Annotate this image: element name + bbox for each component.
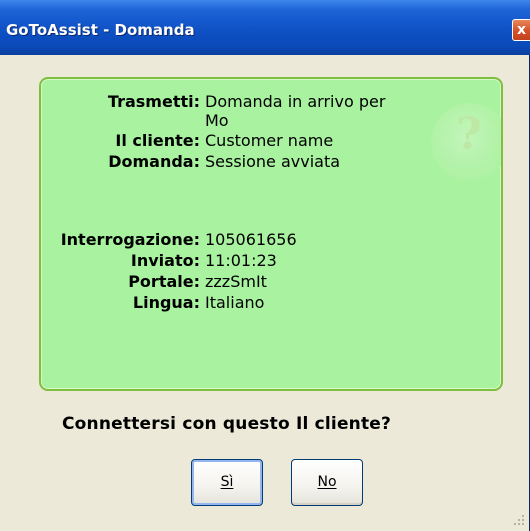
trasmetti-label: Trasmetti: — [107, 92, 200, 111]
cliente-value: Customer name — [205, 131, 334, 150]
cliente-label: Il cliente: — [115, 131, 200, 150]
portale-label: Portale: — [128, 272, 200, 291]
yes-button-label: Sì — [220, 474, 234, 490]
yes-button[interactable]: Sì — [191, 459, 263, 506]
lingua-label: Lingua: — [132, 293, 200, 312]
connect-question: Connettersi con questo Il cliente? — [62, 414, 392, 434]
domanda-label: Domanda: — [108, 152, 200, 171]
portale-value: zzzSmIt — [205, 272, 267, 291]
interrogazione-label: Interrogazione: — [60, 230, 200, 249]
dialog-window: GoToAssist - Domanda x ? Trasmetti: Doma… — [0, 0, 530, 531]
interrogazione-value: 105061656 — [205, 230, 297, 249]
close-icon: x — [517, 22, 527, 38]
trasmetti-value-line1: Domanda in arrivo per — [205, 92, 386, 111]
inviato-label: Inviato: — [130, 251, 200, 270]
resize-grip-icon[interactable] — [514, 515, 526, 527]
window-title: GoToAssist - Domanda — [6, 21, 195, 39]
session-info-panel: ? Trasmetti: Domanda in arrivo per Mo Il… — [39, 77, 503, 391]
no-button-label: No — [317, 474, 337, 490]
inviato-value: 11:01:23 — [205, 251, 277, 270]
question-bubble-icon: ? — [431, 103, 501, 181]
title-bar[interactable]: GoToAssist - Domanda x — [0, 0, 530, 55]
close-button[interactable]: x — [512, 19, 530, 41]
no-button[interactable]: No — [291, 459, 363, 506]
lingua-value: Italiano — [205, 293, 265, 312]
trasmetti-value-line2: Mo — [205, 111, 229, 130]
domanda-value: Sessione avviata — [205, 152, 341, 171]
